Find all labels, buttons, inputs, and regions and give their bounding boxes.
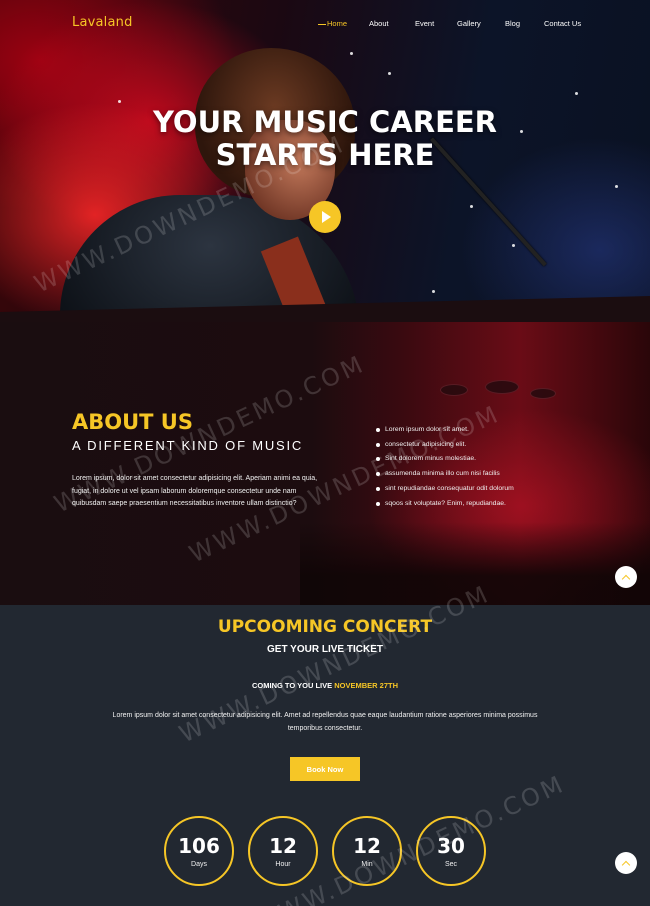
- about-section: ABOUT US A DIFFERENT KIND OF MUSIC Lorem…: [0, 322, 650, 605]
- list-item: Lorem ipsum dolor sit amet.: [376, 423, 514, 438]
- crowd-silhouette: [300, 522, 650, 605]
- concert-date: NOVEMBER 27TH: [334, 681, 398, 690]
- countdown-value: 12: [269, 833, 297, 858]
- concert-title: UPCOOMING CONCERT: [217, 617, 433, 637]
- countdown-minutes: 12 Min: [332, 816, 402, 886]
- list-item: sqoos sit voluptate? Enim, repudiandae.: [376, 497, 514, 512]
- countdown-label: Hour: [275, 860, 291, 868]
- concert-date-line: COMING TO YOU LIVE NOVEMBER 27TH: [0, 681, 650, 690]
- sparkle: [512, 244, 515, 247]
- nav-event[interactable]: Event: [415, 19, 434, 28]
- concert-section: UPCOOMING CONCERT GET YOUR LIVE TICKET C…: [0, 605, 650, 906]
- sparkle: [575, 92, 578, 95]
- play-video-button[interactable]: [309, 201, 341, 233]
- main-nav: Home About Event Gallery Blog Contact Us: [0, 19, 650, 33]
- countdown-label: Sec: [444, 860, 458, 868]
- countdown-days: 106 Days: [164, 816, 234, 886]
- about-subtitle: A DIFFERENT KIND OF MUSIC: [72, 438, 304, 453]
- countdown-label: Days: [191, 860, 207, 868]
- nav-contact-us[interactable]: Contact Us: [544, 19, 581, 28]
- drum-graphic: [440, 384, 468, 396]
- sparkle: [350, 52, 353, 55]
- countdown-hours: 12 Hour: [248, 816, 318, 886]
- about-paragraph: Lorem ipsum, dolor sit amet consectetur …: [72, 475, 318, 507]
- nav-home[interactable]: Home: [318, 19, 347, 28]
- list-item: consectetur adipisicing elit.: [376, 438, 514, 453]
- chevron-up-icon: [621, 860, 631, 869]
- countdown-value: 106: [178, 833, 220, 858]
- hero-title-line-1: YOUR MUSIC CAREER: [152, 105, 498, 139]
- sparkle: [118, 100, 121, 103]
- about-title: ABOUT US: [72, 410, 193, 434]
- sparkle: [470, 205, 473, 208]
- concert-paragraph: Lorem ipsum dolor sit amet consectetur a…: [112, 712, 538, 732]
- play-icon: [322, 211, 331, 223]
- drum-graphic: [485, 380, 519, 394]
- countdown-value: 30: [437, 833, 465, 858]
- drum-graphic: [530, 388, 556, 399]
- sparkle: [615, 185, 618, 188]
- countdown-value: 12: [353, 833, 381, 858]
- concert-subtitle: GET YOUR LIVE TICKET: [267, 644, 383, 655]
- sparkle: [388, 72, 391, 75]
- nav-gallery[interactable]: Gallery: [457, 19, 481, 28]
- coming-prefix: COMING TO YOU LIVE: [251, 681, 333, 690]
- hero-section: Lavaland Home About Event Gallery Blog C…: [0, 0, 650, 330]
- nav-blog[interactable]: Blog: [505, 19, 520, 28]
- scroll-top-button[interactable]: [615, 566, 637, 588]
- hero-title-line-2: STARTS HERE: [215, 138, 435, 172]
- list-item: assumenda minima illo cum nisi facilis: [376, 467, 514, 482]
- countdown-label: Min: [361, 860, 373, 868]
- nav-about[interactable]: About: [369, 19, 389, 28]
- sparkle: [432, 290, 435, 293]
- about-feature-list: Lorem ipsum dolor sit amet. consectetur …: [376, 423, 514, 511]
- list-item: sint repudiandae consequatur odit doloru…: [376, 482, 514, 497]
- countdown-seconds: 30 Sec: [416, 816, 486, 886]
- scroll-top-button[interactable]: [615, 852, 637, 874]
- chevron-up-icon: [621, 574, 631, 583]
- hero-title: YOUR MUSIC CAREER STARTS HERE: [0, 106, 650, 172]
- list-item: Sint dolorem minus molestiae.: [376, 452, 514, 467]
- book-now-button[interactable]: Book Now: [290, 757, 360, 781]
